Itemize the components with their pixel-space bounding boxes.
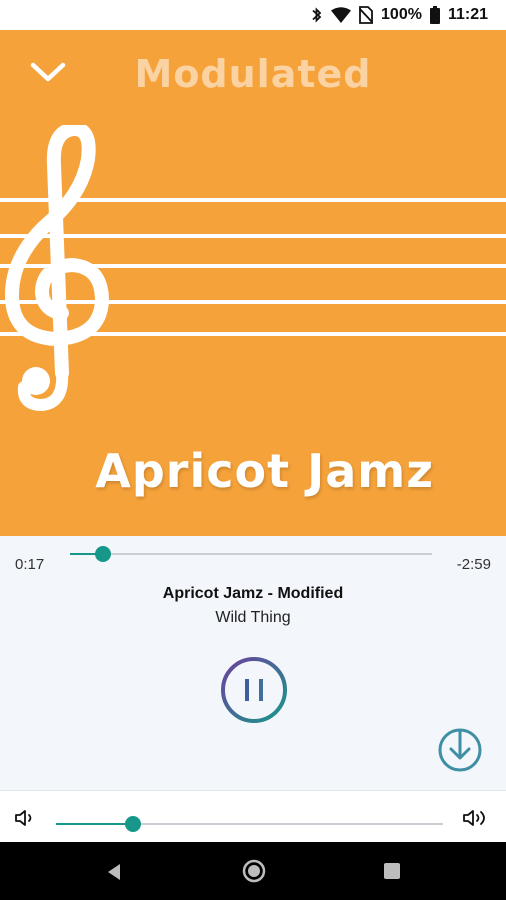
volume-slider-thumb[interactable]	[125, 816, 142, 832]
pause-icon	[221, 657, 287, 723]
navigation-bar	[0, 842, 506, 900]
back-icon[interactable]	[104, 862, 124, 882]
volume-slider-fill	[56, 823, 134, 825]
status-bar: 100% 11:21	[0, 0, 506, 30]
remaining-time: -2:59	[456, 556, 491, 573]
volume-slider[interactable]	[56, 816, 443, 832]
volume-up-icon[interactable]	[462, 808, 492, 828]
artwork-title: Modulated	[134, 52, 372, 96]
volume-bar	[0, 790, 506, 842]
battery-icon	[429, 6, 440, 24]
home-icon[interactable]	[242, 859, 266, 883]
download-button[interactable]	[436, 726, 484, 774]
elapsed-time: 0:17	[15, 556, 45, 573]
artwork-album-name: Apricot Jamz	[95, 444, 434, 498]
seek-bar-thumb[interactable]	[94, 546, 111, 562]
clock: 11:21	[447, 6, 488, 23]
pause-button[interactable]	[220, 656, 288, 724]
wifi-icon	[331, 7, 352, 23]
download-icon	[438, 728, 482, 772]
album-artwork: Modulated Apricot Jamz	[0, 30, 506, 536]
volume-down-icon[interactable]	[14, 808, 38, 828]
track-title: Apricot Jamz - Modified	[162, 585, 344, 602]
track-artist: Wild Thing	[215, 609, 291, 626]
recents-icon[interactable]	[384, 863, 400, 879]
player-panel: 0:17 -2:59 Apricot Jamz - Modified Wild …	[0, 536, 506, 790]
battery-text: 100%	[381, 6, 422, 23]
no-sim-icon	[359, 6, 374, 24]
seek-bar[interactable]	[70, 546, 432, 562]
bluetooth-icon	[311, 6, 323, 24]
treble-clef-icon	[4, 121, 114, 420]
